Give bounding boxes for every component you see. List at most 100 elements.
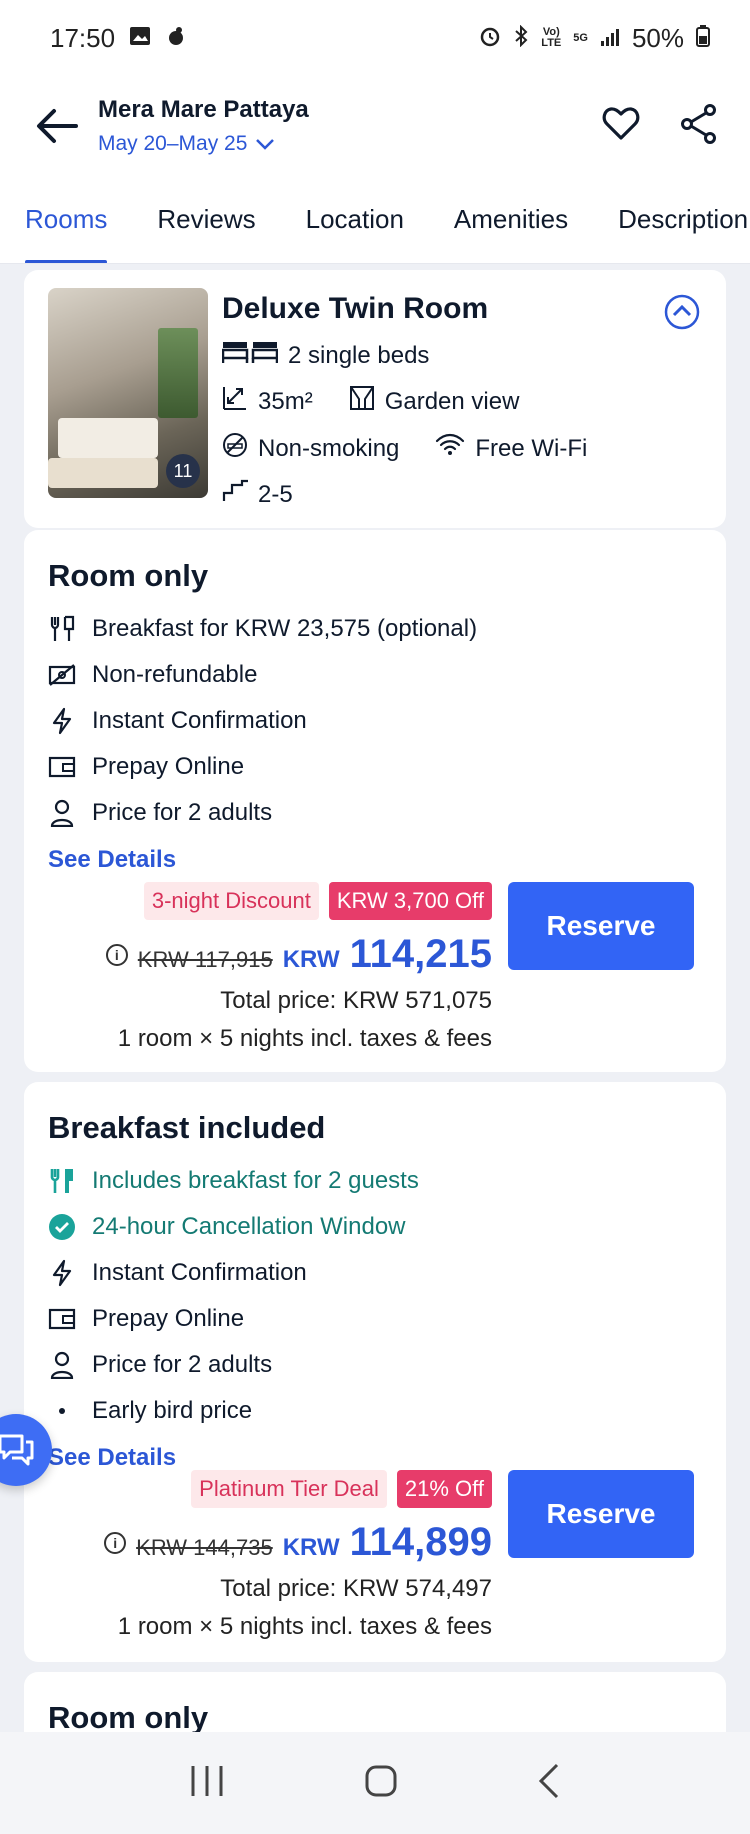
chevron-down-icon bbox=[256, 139, 275, 150]
person-icon bbox=[48, 799, 76, 827]
chevron-left-icon bbox=[538, 1763, 558, 1798]
hotel-name: Mera Mare Pattaya bbox=[98, 96, 309, 123]
off-badge: 21% Off bbox=[396, 1470, 492, 1508]
back-button[interactable] bbox=[34, 103, 80, 149]
person-icon bbox=[48, 1351, 76, 1379]
system-nav-bar bbox=[0, 1732, 750, 1834]
home-button[interactable] bbox=[364, 1764, 398, 1803]
room-photo-window bbox=[158, 328, 198, 418]
rate-card-breakfast-included: Breakfast included Includes breakfast fo… bbox=[24, 1082, 726, 1662]
total-price: Total price: KRW 571,075 bbox=[220, 987, 492, 1014]
nightly-price: 114,215 bbox=[349, 932, 492, 976]
rate-card-room-only: Room only Breakfast for KRW 23,575 (opti… bbox=[24, 530, 726, 1072]
header: Mera Mare Pattaya May 20–May 25 bbox=[0, 76, 750, 176]
nightly-price: 114,899 bbox=[349, 1520, 492, 1564]
see-details-link[interactable]: See Details bbox=[48, 1444, 702, 1472]
room-size: 35m² bbox=[258, 387, 313, 415]
date-range: May 20–May 25 bbox=[98, 132, 248, 155]
utensils-icon bbox=[48, 1167, 76, 1195]
feature-non-refundable: Non-refundable bbox=[48, 652, 702, 698]
room-photo-bed bbox=[58, 418, 158, 458]
total-price: Total price: KRW 574,497 bbox=[220, 1575, 492, 1602]
utensils-icon bbox=[48, 615, 76, 643]
wifi-label: Free Wi-Fi bbox=[475, 434, 588, 462]
gallery-icon bbox=[129, 23, 151, 54]
original-price: KRW 117,915 bbox=[137, 947, 273, 972]
chat-icon bbox=[0, 1434, 34, 1466]
feature-prepay-online: Prepay Online bbox=[48, 1296, 702, 1342]
room-title: Deluxe Twin Room bbox=[222, 292, 489, 325]
bullet-icon bbox=[48, 1406, 76, 1416]
tab-amenities[interactable]: Amenities bbox=[454, 176, 568, 263]
tab-rooms[interactable]: Rooms bbox=[25, 176, 108, 263]
floor-range: 2-5 bbox=[258, 480, 293, 508]
see-details-link[interactable]: See Details bbox=[48, 846, 702, 874]
date-range-selector[interactable]: May 20–May 25 bbox=[98, 132, 602, 156]
beds-label: 2 single beds bbox=[288, 341, 430, 369]
rate-title: Breakfast included bbox=[48, 1110, 326, 1145]
heart-icon bbox=[602, 106, 640, 140]
wifi-icon bbox=[435, 433, 465, 464]
bluetooth-icon bbox=[513, 23, 529, 54]
favorite-button[interactable] bbox=[602, 106, 640, 146]
stairs-icon bbox=[222, 479, 248, 510]
room-photo[interactable]: 11 bbox=[48, 288, 208, 498]
reserve-button[interactable]: Reserve bbox=[508, 1470, 694, 1558]
no-smoking-icon bbox=[222, 432, 248, 465]
home-icon bbox=[365, 1765, 397, 1796]
system-back-button[interactable] bbox=[537, 1763, 561, 1804]
tier-deal-badge: Platinum Tier Deal bbox=[191, 1470, 387, 1508]
collapse-room-button[interactable] bbox=[664, 294, 700, 330]
feature-breakfast-optional: Breakfast for KRW 23,575 (optional) bbox=[48, 606, 702, 652]
room-photo-bed-2 bbox=[48, 458, 158, 488]
rate-title: Room only bbox=[48, 1700, 209, 1735]
feature-prepay-online: Prepay Online bbox=[48, 744, 702, 790]
recent-apps-button[interactable] bbox=[189, 1764, 225, 1803]
room-size-icon bbox=[222, 385, 248, 418]
lightning-icon bbox=[48, 1259, 76, 1287]
room-summary-card: 11 Deluxe Twin Room 2 single beds 35m² G… bbox=[24, 270, 726, 528]
feature-early-bird: Early bird price bbox=[48, 1388, 702, 1434]
network-type-icon: 5G bbox=[573, 31, 588, 44]
feature-price-adults: Price for 2 adults bbox=[48, 1342, 702, 1388]
feature-instant-confirmation: Instant Confirmation bbox=[48, 698, 702, 744]
section-tabs: Rooms Reviews Location Amenities Descrip… bbox=[0, 176, 750, 264]
status-bar: 17:50 Vo) LTE 5G 50% bbox=[0, 0, 750, 76]
original-price: KRW 144,735 bbox=[136, 1535, 273, 1560]
photo-count-badge: 11 bbox=[166, 454, 200, 488]
chevron-up-circle-icon bbox=[664, 294, 700, 330]
status-time: 17:50 bbox=[50, 22, 116, 53]
lightning-icon bbox=[48, 707, 76, 735]
off-badge: KRW 3,700 Off bbox=[328, 882, 492, 920]
signal-icon bbox=[600, 23, 620, 54]
room-view: Garden view bbox=[384, 387, 520, 415]
feature-price-adults: Price for 2 adults bbox=[48, 790, 702, 836]
tab-description[interactable]: Description bbox=[618, 176, 748, 263]
app-notification-icon bbox=[165, 23, 187, 54]
volte-icon: Vo) LTE bbox=[541, 26, 562, 49]
battery-icon bbox=[696, 23, 710, 54]
stay-summary: 1 room × 5 nights incl. taxes & fees bbox=[117, 1025, 492, 1052]
feature-instant-confirmation: Instant Confirmation bbox=[48, 1250, 702, 1296]
price-currency: KRW bbox=[282, 1534, 340, 1561]
rate-title: Room only bbox=[48, 558, 209, 593]
price-currency: KRW bbox=[282, 946, 340, 973]
price-info-icon[interactable]: i bbox=[105, 943, 128, 966]
feature-cancellation-window: 24-hour Cancellation Window bbox=[48, 1204, 702, 1250]
tab-reviews[interactable]: Reviews bbox=[157, 176, 255, 263]
wallet-icon bbox=[48, 1307, 76, 1331]
header-title-block[interactable]: Mera Mare Pattaya May 20–May 25 bbox=[98, 96, 602, 156]
no-refund-icon bbox=[48, 663, 76, 687]
share-button[interactable] bbox=[680, 103, 718, 149]
window-view-icon bbox=[349, 385, 375, 418]
check-circle-icon bbox=[48, 1213, 76, 1241]
beds-icon bbox=[221, 340, 279, 371]
battery-percent: 50% bbox=[631, 22, 684, 53]
tab-location[interactable]: Location bbox=[306, 176, 404, 263]
smoking-policy: Non-smoking bbox=[258, 434, 400, 462]
share-icon bbox=[681, 103, 716, 144]
feature-breakfast-included: Includes breakfast for 2 guests bbox=[48, 1158, 702, 1204]
wallet-icon bbox=[48, 755, 76, 779]
price-info-icon[interactable]: i bbox=[104, 1531, 127, 1554]
reserve-button[interactable]: Reserve bbox=[508, 882, 694, 970]
